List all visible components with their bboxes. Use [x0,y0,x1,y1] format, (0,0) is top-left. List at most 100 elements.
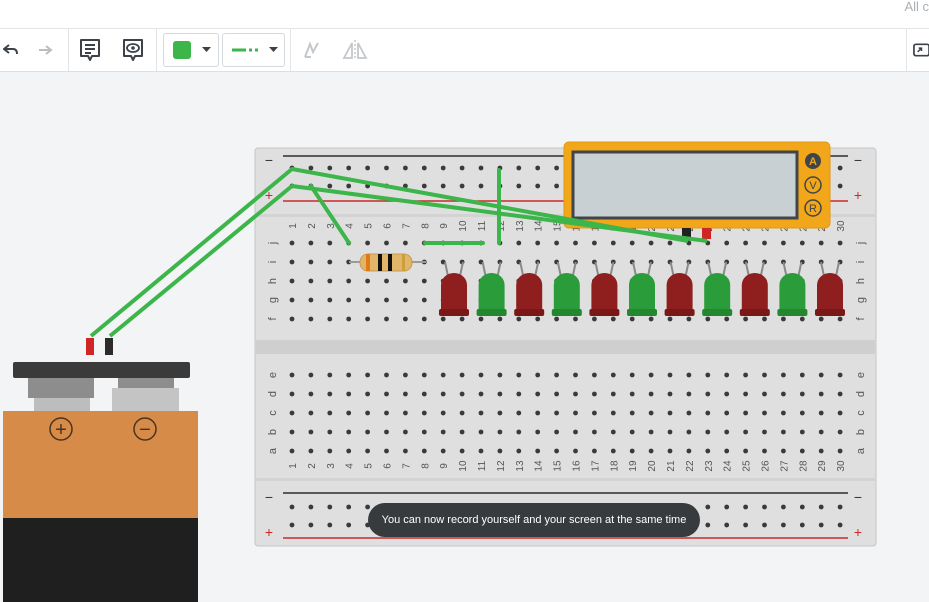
terminal-hole[interactable] [365,297,370,303]
terminal-hole[interactable] [478,429,484,435]
rail-hole[interactable] [705,504,711,510]
terminal-hole[interactable] [440,391,446,397]
terminal-hole[interactable] [610,240,616,246]
terminal-hole[interactable] [610,372,616,378]
terminal-hole[interactable] [421,429,427,435]
terminal-hole[interactable] [762,372,767,378]
rail-hole[interactable] [837,522,843,528]
terminal-hole[interactable] [762,448,767,454]
terminal-hole[interactable] [308,240,314,246]
terminal-hole[interactable] [346,391,352,397]
rail-hole[interactable] [743,522,748,528]
rail-hole[interactable] [346,522,352,528]
rail-hole[interactable] [346,183,352,189]
rail-hole[interactable] [781,504,786,510]
rail-hole[interactable] [384,165,389,171]
terminal-hole[interactable] [648,240,654,246]
terminal-hole[interactable] [743,316,748,322]
terminal-hole[interactable] [403,448,408,454]
terminal-hole[interactable] [308,278,314,284]
terminal-hole[interactable] [384,278,389,284]
wire-style-dropdown[interactable] [222,33,285,67]
rail-hole[interactable] [724,504,730,510]
notes-button[interactable] [75,29,105,71]
terminal-hole[interactable] [289,278,295,284]
rail-hole[interactable] [554,165,559,171]
terminal-hole[interactable] [403,410,408,416]
terminal-hole[interactable] [667,372,673,378]
terminal-hole[interactable] [384,372,389,378]
terminal-hole[interactable] [459,391,465,397]
terminal-hole[interactable] [346,448,352,454]
rail-hole[interactable] [762,504,767,510]
terminal-hole[interactable] [743,448,748,454]
terminal-hole[interactable] [724,240,730,246]
terminal-hole[interactable] [459,429,465,435]
rail-hole[interactable] [327,165,333,171]
terminal-hole[interactable] [837,410,843,416]
terminal-hole[interactable] [516,240,522,246]
rail-hole[interactable] [743,504,748,510]
terminal-hole[interactable] [346,297,352,303]
terminal-hole[interactable] [724,316,730,322]
terminal-hole[interactable] [592,410,597,416]
zoom-to-fit-button[interactable] [906,29,929,71]
terminal-hole[interactable] [629,316,635,322]
terminal-hole[interactable] [705,391,711,397]
terminal-hole[interactable] [327,278,333,284]
terminal-hole[interactable] [743,410,748,416]
rail-hole[interactable] [327,504,333,510]
terminal-hole[interactable] [308,391,314,397]
terminal-hole[interactable] [289,410,295,416]
terminal-hole[interactable] [403,391,408,397]
terminal-hole[interactable] [799,429,805,435]
terminal-hole[interactable] [516,372,522,378]
rail-hole[interactable] [365,504,370,510]
terminal-hole[interactable] [346,372,352,378]
terminal-hole[interactable] [554,316,559,322]
terminal-hole[interactable] [724,429,730,435]
terminal-hole[interactable] [818,448,824,454]
terminal-hole[interactable] [346,429,352,435]
terminal-hole[interactable] [724,372,730,378]
terminal-hole[interactable] [554,448,559,454]
terminal-hole[interactable] [327,391,333,397]
terminal-hole[interactable] [799,448,805,454]
terminal-hole[interactable] [573,448,578,454]
terminal-hole[interactable] [837,372,843,378]
terminal-hole[interactable] [327,316,333,322]
terminal-hole[interactable] [289,316,295,322]
terminal-hole[interactable] [648,391,654,397]
rail-hole[interactable] [478,165,484,171]
terminal-hole[interactable] [667,410,673,416]
terminal-hole[interactable] [289,240,295,246]
terminal-hole[interactable] [478,316,484,322]
terminal-hole[interactable] [421,448,427,454]
terminal-hole[interactable] [629,429,635,435]
terminal-hole[interactable] [592,316,597,322]
terminal-hole[interactable] [289,448,295,454]
redo-button[interactable] [30,29,60,71]
terminal-hole[interactable] [686,410,692,416]
terminal-hole[interactable] [421,297,427,303]
rail-hole[interactable] [403,165,408,171]
terminal-hole[interactable] [327,372,333,378]
terminal-hole[interactable] [648,448,654,454]
battery[interactable]: + − [3,338,198,602]
terminal-hole[interactable] [440,448,446,454]
terminal-hole[interactable] [818,372,824,378]
terminal-hole[interactable] [667,448,673,454]
rail-hole[interactable] [837,504,843,510]
terminal-hole[interactable] [384,410,389,416]
terminal-hole[interactable] [592,429,597,435]
terminal-hole[interactable] [629,410,635,416]
terminal-hole[interactable] [837,316,843,322]
terminal-hole[interactable] [497,410,503,416]
terminal-hole[interactable] [384,316,389,322]
terminal-hole[interactable] [403,240,408,246]
terminal-hole[interactable] [743,391,748,397]
terminal-hole[interactable] [724,391,730,397]
terminal-hole[interactable] [724,448,730,454]
terminal-hole[interactable] [403,429,408,435]
terminal-hole[interactable] [308,259,314,265]
